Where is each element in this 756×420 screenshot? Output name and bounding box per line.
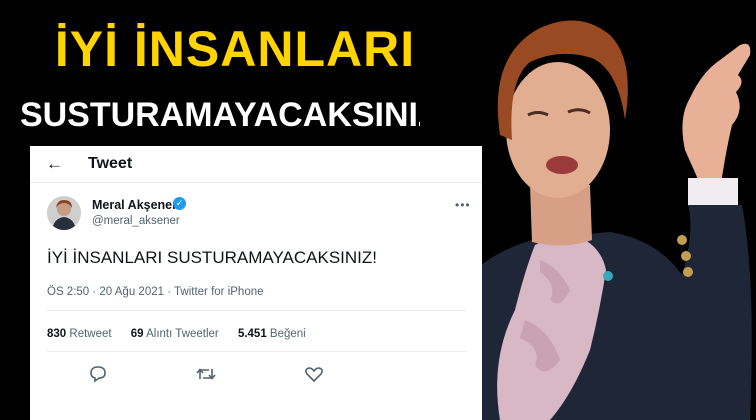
like-label[interactable]: Beğeni <box>270 328 306 340</box>
divider <box>47 351 467 352</box>
tweet-text: İYİ İNSANLARI SUSTURAMAYACAKSINIZ! <box>47 248 377 267</box>
avatar-image <box>47 196 81 230</box>
like-icon[interactable] <box>302 362 326 386</box>
verified-badge-icon: ✓ <box>173 197 186 210</box>
avatar[interactable] <box>47 196 81 230</box>
tweet-card: ← Tweet Meral Akşener ✓ @meral_aksener •… <box>30 146 482 420</box>
quote-count[interactable]: 69 <box>131 328 144 340</box>
author-handle[interactable]: @meral_aksener <box>92 215 180 227</box>
retweet-label[interactable]: Retweet <box>69 328 111 340</box>
headline-line-1: İYİ İNSANLARI <box>54 21 416 77</box>
more-icon[interactable]: ••• <box>455 198 471 212</box>
reply-icon[interactable] <box>86 362 110 386</box>
tweet-meta[interactable]: ÖS 2:50 · 20 Ağu 2021 · Twitter for iPho… <box>47 286 264 298</box>
tweet-stats: 830 Retweet 69 Alıntı Tweetler 5.451 Beğ… <box>47 328 306 340</box>
divider <box>47 310 467 311</box>
retweet-icon[interactable] <box>194 362 218 386</box>
headline-line-2: SUSTURAMAYACAKSINIZ! <box>19 96 451 134</box>
retweet-count[interactable]: 830 <box>47 328 66 340</box>
back-arrow-icon[interactable]: ← <box>46 154 63 174</box>
tweet-header: ← Tweet <box>30 146 482 183</box>
header-title: Tweet <box>88 155 133 172</box>
like-count[interactable]: 5.451 <box>238 328 267 340</box>
author-name[interactable]: Meral Akşener <box>92 198 177 212</box>
quote-label[interactable]: Alıntı Tweetler <box>146 328 219 340</box>
